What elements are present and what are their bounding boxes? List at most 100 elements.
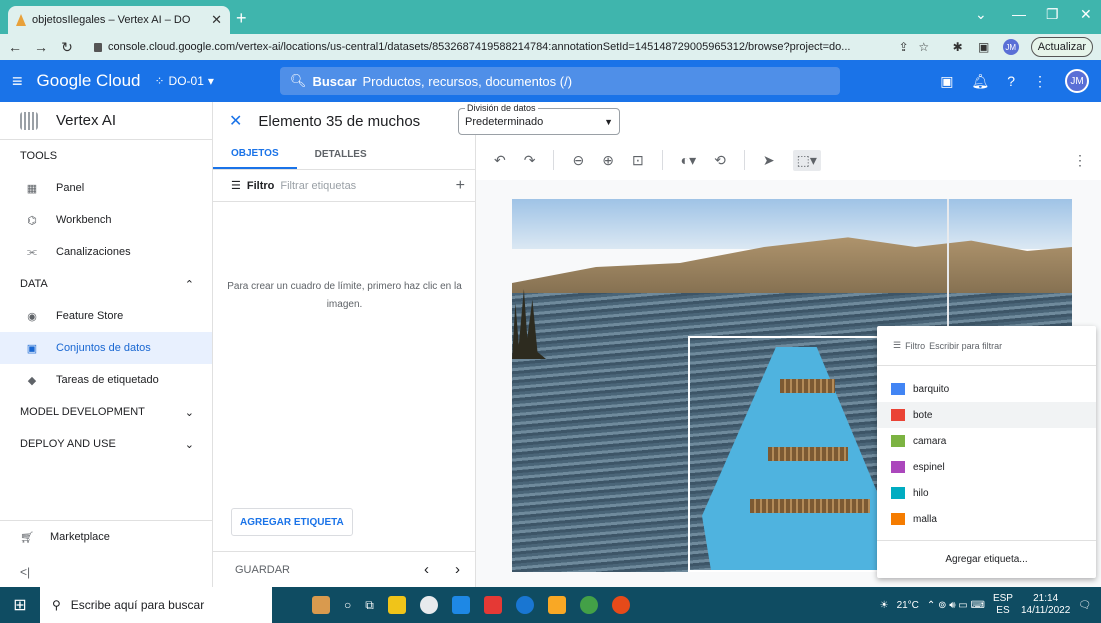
extensions-icon[interactable]: ✱ — [951, 40, 965, 54]
file-explorer-icon[interactable] — [387, 596, 406, 614]
reload-icon[interactable]: ↻ — [60, 39, 74, 56]
feature-store-icon: ◉ — [27, 311, 37, 323]
rotate-icon[interactable]: ⟲ — [714, 152, 726, 169]
fit-icon[interactable]: ⊡ — [632, 152, 644, 169]
restore-icon[interactable]: ❐ — [1046, 6, 1059, 23]
section-data[interactable]: DATA ⌃ — [0, 268, 212, 300]
label-option-bote[interactable]: bote — [877, 402, 1096, 428]
sidebar-item-datasets[interactable]: ▣ Conjuntos de datos — [0, 332, 212, 364]
add-label-menu-button[interactable]: Agregar etiqueta... — [877, 540, 1096, 578]
tray-icons[interactable]: ⌃ ⊚ 🔊︎ ▭ ⌨ — [927, 600, 985, 611]
powerpoint-icon[interactable] — [611, 596, 630, 614]
pointer-icon[interactable]: ➤ — [763, 152, 775, 169]
sidebar-item-workbench[interactable]: ⌬ Workbench — [0, 204, 212, 236]
sidebar-item-label: Feature Store — [56, 310, 124, 322]
sidebar-item-panel[interactable]: ▦ Panel — [0, 172, 212, 204]
close-icon[interactable]: ✕ — [229, 111, 242, 131]
clock[interactable]: 21:14 14/11/2022 — [1021, 593, 1070, 617]
sidebar-item-label: Workbench — [56, 214, 112, 226]
label-filter[interactable]: ☰ Filtro Filtrar etiquetas + — [213, 170, 475, 202]
notifications-icon[interactable]: 🗨︎ — [1078, 600, 1091, 611]
app-icon[interactable] — [483, 596, 502, 614]
minimize-icon[interactable]: — — [1012, 6, 1026, 22]
label-option-camara[interactable]: camara — [877, 428, 1096, 454]
chevron-down-icon[interactable]: ⌄ — [975, 6, 987, 23]
update-button[interactable]: Actualizar — [1030, 37, 1093, 57]
label-option-barquito[interactable]: barquito — [877, 376, 1096, 402]
sidebar-item-pipelines[interactable]: ⫘ Canalizaciones — [0, 236, 212, 268]
task-view-icon[interactable]: ⧉ — [365, 598, 374, 613]
cortana-icon[interactable]: ○ — [344, 598, 351, 612]
tab-details[interactable]: DETALLES — [297, 140, 385, 169]
url-text: console.cloud.google.com/vertex-ai/locat… — [108, 41, 851, 53]
share-icon[interactable]: ⇪ — [897, 40, 911, 54]
url-input[interactable]: console.cloud.google.com/vertex-ai/locat… — [86, 36, 939, 58]
google-cloud-logo[interactable]: Google Cloud — [37, 71, 141, 91]
search-input[interactable]: 🔍︎ Buscar Productos, recursos, documento… — [279, 67, 840, 95]
annotation-panel: ✕ Elemento 35 de muchos OBJETOS DETALLES… — [213, 102, 476, 587]
panel-footer: GUARDAR ‹ › — [213, 551, 476, 587]
add-icon[interactable]: + — [456, 177, 465, 195]
taskbar-search-input[interactable]: ⚲ Escribe aquí para buscar — [40, 587, 272, 623]
previous-icon[interactable]: ‹ — [424, 561, 429, 578]
sidebar-item-label: Canalizaciones — [56, 246, 131, 258]
save-button[interactable]: GUARDAR — [235, 564, 290, 576]
search-placeholder: Productos, recursos, documentos (/) — [362, 73, 573, 89]
close-window-icon[interactable]: ✕ — [1080, 6, 1092, 23]
edge-icon[interactable] — [515, 596, 534, 614]
notifications-icon[interactable]: 🔔︎ — [971, 73, 989, 90]
panel-title: Elemento 35 de muchos — [258, 112, 421, 130]
sidebar-item-labeling[interactable]: ◆ Tareas de etiquetado — [0, 364, 212, 396]
more-vert-icon[interactable]: ⋮ — [1033, 73, 1047, 90]
sidepanel-icon[interactable]: ▣ — [977, 40, 991, 54]
redo-icon[interactable]: ↷ — [524, 152, 536, 169]
forward-icon[interactable]: → — [34, 39, 48, 55]
help-icon[interactable]: ? — [1007, 73, 1015, 89]
lang-top: ESP — [992, 593, 1013, 604]
label-option-hilo[interactable]: hilo — [877, 480, 1096, 506]
more-vert-icon[interactable]: ⋮ — [1073, 152, 1087, 169]
label-option-espinel[interactable]: espinel — [877, 454, 1096, 480]
section-deploy[interactable]: DEPLOY AND USE ⌄ — [0, 428, 212, 460]
browser-tab[interactable]: objetosIlegales – Vertex AI – DO ✕ — [8, 6, 230, 34]
weather-widget-icon[interactable] — [312, 596, 330, 614]
close-icon[interactable]: ✕ — [211, 12, 222, 28]
zoom-out-icon[interactable]: ⊖ — [572, 152, 584, 169]
mail-icon[interactable] — [451, 596, 470, 614]
brightness-icon[interactable]: ◐▾ — [681, 152, 696, 169]
tab-objects[interactable]: OBJETOS — [213, 140, 297, 169]
undo-icon[interactable]: ↶ — [494, 152, 506, 169]
label-swatch — [891, 513, 905, 525]
sidebar-item-label: Tareas de etiquetado — [56, 374, 159, 386]
menu-icon[interactable]: ≡ — [12, 71, 23, 92]
folder-icon[interactable] — [547, 596, 566, 614]
weather-icon[interactable]: ☀ — [880, 600, 889, 611]
chevron-down-icon: ⌄ — [184, 406, 194, 419]
next-icon[interactable]: › — [455, 561, 460, 578]
star-icon[interactable]: ☆ — [917, 40, 931, 54]
label-menu-filter[interactable]: ☰ Filtro Escribir para filtrar — [877, 326, 1096, 366]
windows-start-icon[interactable]: ⊞ — [0, 587, 40, 623]
chrome-profile-icon[interactable] — [579, 596, 598, 614]
new-tab-icon[interactable]: + — [236, 8, 247, 29]
label-option-malla[interactable]: malla — [877, 506, 1096, 532]
chrome-icon[interactable] — [419, 596, 438, 614]
collapse-nav-icon[interactable]: <| — [20, 565, 30, 579]
project-selector[interactable]: ⁘ DO-01 ▾ — [154, 74, 213, 88]
zoom-in-icon[interactable]: ⊕ — [602, 152, 614, 169]
clock-date: 14/11/2022 — [1020, 605, 1071, 616]
language-indicator[interactable]: ESP ES — [993, 593, 1013, 617]
bounding-box-icon[interactable]: ⬚▾ — [792, 149, 821, 171]
back-icon[interactable]: ← — [8, 39, 22, 55]
search-bold: Buscar — [312, 73, 357, 89]
sidebar-item-feature-store[interactable]: ◉ Feature Store — [0, 300, 212, 332]
avatar[interactable]: JM — [1002, 39, 1019, 55]
add-label-button[interactable]: AGREGAR ETIQUETA — [231, 508, 353, 536]
label-name: bote — [913, 409, 933, 421]
empty-hint: Para crear un cuadro de límite, primero … — [227, 281, 462, 310]
sidebar-item-marketplace[interactable]: 🛒︎ Marketplace — [0, 521, 213, 553]
datasets-icon: ▣ — [26, 343, 38, 355]
cloud-shell-icon[interactable]: ▣ — [940, 73, 953, 90]
account-avatar[interactable]: JM — [1065, 69, 1089, 93]
section-model-development[interactable]: MODEL DEVELOPMENT ⌄ — [0, 396, 212, 428]
